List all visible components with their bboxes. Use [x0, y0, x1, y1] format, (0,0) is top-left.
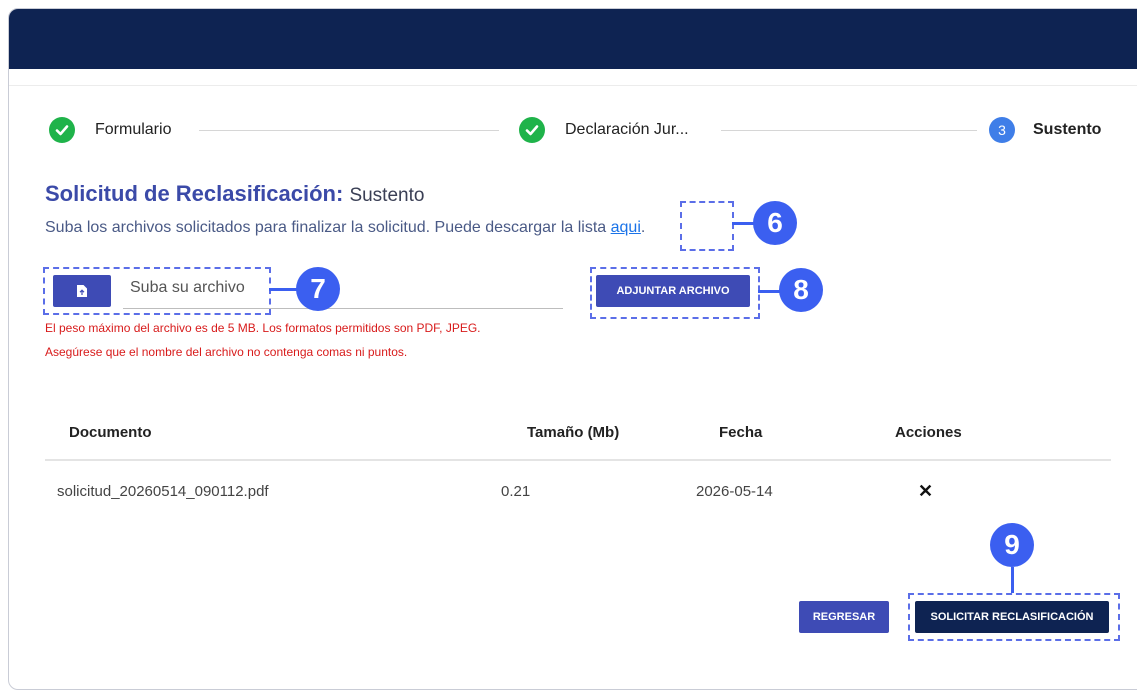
cell-documento: solicitud_20260514_090112.pdf — [57, 483, 269, 500]
back-button[interactable]: REGRESAR — [799, 601, 889, 633]
step-label-formulario: Formulario — [95, 121, 172, 138]
annotation-badge-6: 6 — [753, 201, 797, 245]
annotation-connector-8 — [758, 290, 780, 293]
step-label-sustento: Sustento — [1033, 121, 1102, 138]
column-header-tamano: Tamaño (Mb) — [527, 424, 620, 441]
annotation-connector-6 — [732, 222, 754, 225]
header-divider — [9, 85, 1137, 86]
annotation-badge-8: 8 — [779, 268, 823, 312]
step-number-badge: 3 — [989, 117, 1015, 143]
step-connector — [721, 130, 977, 131]
page-title-main: Solicitud de Reclasificación: — [45, 181, 344, 206]
column-header-documento: Documento — [69, 424, 152, 441]
column-header-acciones: Acciones — [895, 424, 962, 441]
table-header-divider — [45, 459, 1111, 461]
annotation-box-8 — [590, 267, 760, 319]
check-icon — [519, 117, 545, 143]
annotation-connector-9 — [1011, 567, 1014, 593]
annotation-badge-7: 7 — [296, 267, 340, 311]
cell-fecha: 2026-05-14 — [696, 483, 773, 500]
annotation-box-7 — [43, 267, 271, 315]
subtitle-text: Suba los archivos solicitados para final… — [45, 219, 611, 236]
main-card: Formulario Declaración Jur... 3 Sustento… — [8, 8, 1137, 690]
annotation-badge-9: 9 — [990, 523, 1034, 567]
step-label-declaracion: Declaración Jur... — [565, 121, 689, 138]
delete-icon[interactable]: ✕ — [918, 481, 933, 502]
page-subtitle: Suba los archivos solicitados para final… — [45, 219, 645, 237]
stepper: Formulario Declaración Jur... 3 Sustento — [9, 117, 1137, 157]
page-title-section: Sustento — [349, 185, 425, 206]
annotation-box-6 — [680, 201, 734, 251]
page-title: Solicitud de Reclasificación: Sustento — [45, 181, 424, 207]
submit-reclassification-button[interactable]: SOLICITAR RECLASIFICACIÓN — [915, 601, 1109, 633]
subtitle-end: . — [640, 219, 646, 236]
annotation-connector-7 — [269, 288, 297, 291]
file-name-warning: Asegúrese que el nombre del archivo no c… — [45, 345, 408, 359]
app-header — [9, 9, 1137, 69]
check-icon — [49, 117, 75, 143]
download-list-link[interactable]: aqui — [611, 219, 641, 236]
step-connector — [199, 130, 499, 131]
file-size-warning: El peso máximo del archivo es de 5 MB. L… — [45, 321, 481, 335]
column-header-fecha: Fecha — [719, 424, 763, 441]
cell-tamano: 0.21 — [501, 483, 531, 500]
